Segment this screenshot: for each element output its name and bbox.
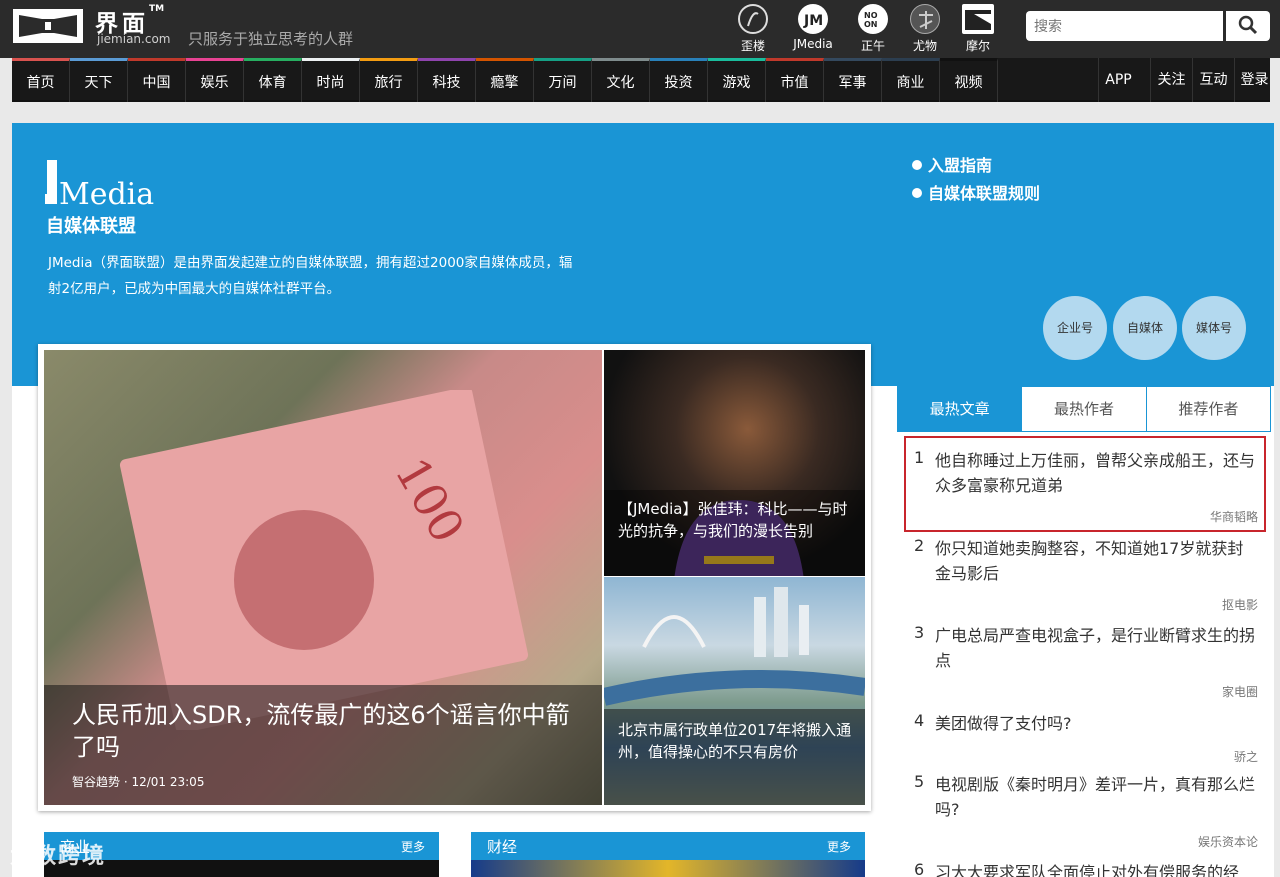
section-finance-header: 财经 更多 — [471, 832, 865, 860]
svg-text:NO: NO — [864, 11, 878, 20]
side-article-2-title[interactable]: 北京市属行政单位2017年将搬入通州，值得操心的不只有房价 — [618, 719, 856, 763]
nav-item[interactable]: 天下 — [70, 58, 128, 102]
svg-text:Media: Media — [59, 177, 154, 208]
self-media-button[interactable]: 自媒体 — [1113, 296, 1177, 360]
feature-side-article-1[interactable]: 【JMedia】张佳玮：科比——与时光的抗争，与我们的漫长告别 — [604, 350, 865, 576]
rank-source[interactable]: 家电圈 — [1222, 683, 1258, 700]
rank-title[interactable]: 广电总局严查电视盒子，是行业断臂求生的拐点 — [935, 623, 1258, 673]
bullet-icon — [912, 188, 922, 198]
hero-description: JMedia（界面联盟）是由界面发起建立的自媒体联盟，拥有超过2000家自媒体成… — [48, 255, 573, 297]
nav-item[interactable]: 时尚 — [302, 58, 360, 102]
enterprise-account-button[interactable]: 企业号 — [1043, 296, 1107, 360]
section-finance-image — [471, 860, 865, 877]
nav-item[interactable]: 游戏 — [708, 58, 766, 102]
slogan: 只服务于独立思考的人群 — [188, 30, 354, 48]
ranking-item[interactable]: 5 电视剧版《秦时明月》差评一片，真有那么烂吗? — [898, 772, 1270, 822]
rank-number: 3 — [914, 623, 925, 642]
channel-zhengwu[interactable]: NO ON 正午 — [843, 4, 903, 54]
rank-number: 6 — [914, 860, 925, 877]
main-caption: 人民币加入SDR，流传最广的这6个谣言你中箭了吗 智谷趋势 · 12/01 23… — [44, 685, 602, 805]
ranking-item[interactable]: 2 你只知道她卖胸整容，不知道她17岁就获封金马影后 — [898, 536, 1270, 586]
rank-number: 5 — [914, 772, 925, 791]
rank-source[interactable]: 骄之 — [1234, 748, 1258, 765]
channel-wailou[interactable]: 歪楼 — [723, 4, 783, 54]
nav-item[interactable]: 娱乐 — [186, 58, 244, 102]
highlight-box — [904, 436, 1266, 532]
banknote-image: 100 — [119, 390, 529, 730]
nav-item[interactable]: 体育 — [244, 58, 302, 102]
feature-grid: 100 人民币加入SDR，流传最广的这6个谣言你中箭了吗 智谷趋势 · 12/0… — [38, 344, 871, 811]
rank-source[interactable]: 娱乐资本论 — [1198, 833, 1258, 850]
nav-item[interactable]: 投资 — [650, 58, 708, 102]
side-article-1-title[interactable]: 【JMedia】张佳玮：科比——与时光的抗争，与我们的漫长告别 — [618, 498, 856, 542]
top-bar: 界面TM jiemian.com 只服务于独立思考的人群 歪楼 JM JMedi… — [0, 0, 1280, 58]
jmedia-icon: JM — [798, 4, 828, 34]
tab-hot-authors[interactable]: 最热作者 — [1021, 387, 1146, 431]
tab-hot-articles[interactable]: 最热文章 — [898, 387, 1022, 431]
rank-number: 2 — [914, 536, 925, 555]
rank-title[interactable]: 电视剧版《秦时明月》差评一片，真有那么烂吗? — [935, 772, 1258, 822]
nav-item[interactable]: 旅行 — [360, 58, 418, 102]
more-link[interactable]: 更多 — [827, 838, 851, 855]
logo-domain: jiemian.com — [97, 32, 171, 46]
jiemian-logo-icon[interactable] — [12, 6, 84, 46]
nav-util-item[interactable]: 关注 — [1150, 58, 1192, 102]
nav-item[interactable]: 瘾擎 — [476, 58, 534, 102]
tab-recommended-authors[interactable]: 推荐作者 — [1145, 387, 1270, 431]
rank-title[interactable]: 习大大要求军队全面停止对外有偿服务的经 — [935, 860, 1258, 877]
channel-jmedia[interactable]: JM JMedia — [783, 4, 843, 51]
alliance-rules-link[interactable]: 自媒体联盟规则 — [912, 180, 1040, 204]
svg-text:JM: JM — [803, 13, 823, 29]
nav-item[interactable]: 科技 — [418, 58, 476, 102]
side-caption-2: 北京市属行政单位2017年将搬入通州，值得操心的不只有房价 — [604, 709, 865, 805]
moer-icon — [962, 4, 994, 34]
nav-util-item[interactable]: 登录 — [1234, 58, 1274, 102]
city-aerial-image — [604, 587, 865, 706]
main-article-title[interactable]: 人民币加入SDR，流传最广的这6个谣言你中箭了吗 — [72, 699, 582, 763]
nav-item[interactable]: 视频 — [940, 58, 998, 102]
feature-side-article-2[interactable]: 北京市属行政单位2017年将搬入通州，值得操心的不只有房价 — [604, 577, 865, 805]
nav-item[interactable]: 商业 — [882, 58, 940, 102]
watermark-text: 大数跨境 — [10, 844, 107, 869]
more-link[interactable]: 更多 — [401, 838, 425, 855]
channel-moer[interactable]: 摩尔 — [948, 4, 1008, 54]
jmedia-logo-icon: Media — [45, 158, 160, 212]
nav-util-item[interactable]: 互动 — [1192, 58, 1234, 102]
hero-subtitle: 自媒体联盟 — [46, 216, 136, 237]
nav-item[interactable]: 中国 — [128, 58, 186, 102]
rank-number: 4 — [914, 711, 925, 730]
svg-text:ON: ON — [864, 20, 878, 29]
main-nav: 首页 天下 中国 娱乐 体育 时尚 旅行 科技 瘾擎 万间 文化 投资 游戏 市值 军事 商业 视频 APP 关注互… — [12, 58, 1270, 102]
rank-title[interactable]: 你只知道她卖胸整容，不知道她17岁就获封金马影后 — [935, 536, 1258, 586]
ranking-item[interactable]: 4 美团做得了支付吗? — [898, 711, 1270, 736]
rank-title[interactable]: 美团做得了支付吗? — [935, 711, 1258, 736]
search-icon — [1238, 15, 1258, 34]
main-article-meta: 智谷趋势 · 12/01 23:05 — [72, 775, 205, 789]
search-button[interactable] — [1226, 11, 1270, 41]
rank-source[interactable]: 抠电影 — [1222, 596, 1258, 613]
youwu-icon — [910, 4, 940, 34]
nav-item[interactable]: 首页 — [12, 58, 70, 102]
media-account-button[interactable]: 媒体号 — [1182, 296, 1246, 360]
nav-item[interactable]: 军事 — [824, 58, 882, 102]
ranking-tabs: 最热文章 最热作者 推荐作者 — [897, 386, 1271, 432]
join-guide-link[interactable]: 入盟指南 — [912, 152, 992, 176]
wailou-icon — [738, 4, 768, 34]
channel-youwu[interactable]: 尤物 — [895, 4, 955, 54]
bullet-icon — [912, 160, 922, 170]
zhengwu-icon: NO ON — [858, 4, 888, 34]
ranking-item[interactable]: 3 广电总局严查电视盒子，是行业断臂求生的拐点 — [898, 623, 1270, 673]
nav-util-item[interactable]: APP — [1098, 58, 1138, 102]
nav-item[interactable]: 市值 — [766, 58, 824, 102]
side-caption-1: 【JMedia】张佳玮：科比——与时光的抗争，与我们的漫长告别 — [604, 490, 865, 576]
nav-item[interactable]: 万间 — [534, 58, 592, 102]
ranking-item[interactable]: 6 习大大要求军队全面停止对外有偿服务的经 — [898, 860, 1270, 877]
feature-main-article[interactable]: 100 人民币加入SDR，流传最广的这6个谣言你中箭了吗 智谷趋势 · 12/0… — [44, 350, 602, 805]
section-title: 财经 — [487, 838, 518, 856]
nav-item[interactable]: 文化 — [592, 58, 650, 102]
search-input[interactable] — [1026, 11, 1223, 41]
